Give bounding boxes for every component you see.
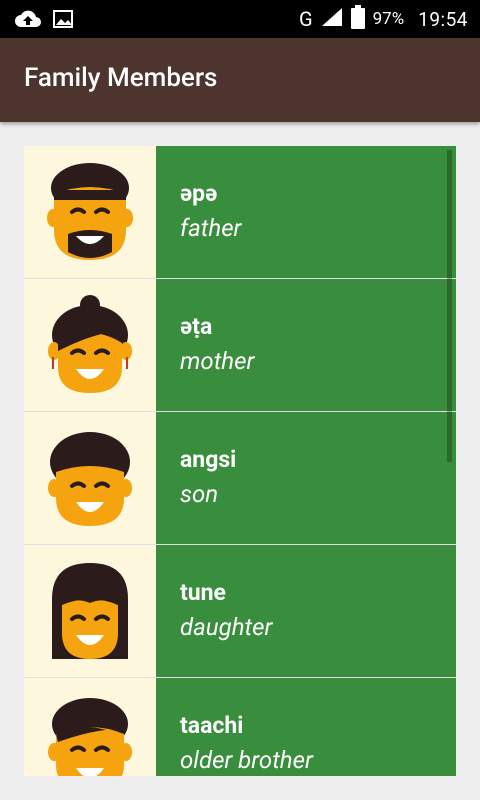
list-item[interactable]: əpə father xyxy=(24,146,456,279)
list-item-text: əpə father xyxy=(156,146,456,278)
cloud-upload-icon xyxy=(14,8,42,34)
avatar xyxy=(24,678,156,776)
older-brother-face-icon xyxy=(48,698,132,776)
list-item[interactable]: angsi son xyxy=(24,412,456,545)
list-item-text: tune daughter xyxy=(156,545,456,677)
list-item[interactable]: tune daughter xyxy=(24,545,456,678)
mother-face-icon xyxy=(48,295,132,393)
word-label: əṭa xyxy=(180,313,213,340)
image-icon xyxy=(52,9,74,33)
son-face-icon xyxy=(48,432,132,526)
page-title: Family Members xyxy=(24,63,218,93)
word-label: tune xyxy=(180,579,226,606)
translation-label: father xyxy=(180,214,242,242)
family-members-list[interactable]: əpə father əṭa mother angsi son tune dau… xyxy=(24,146,456,776)
list-item[interactable]: əṭa mother xyxy=(24,279,456,412)
word-label: taachi xyxy=(180,712,244,739)
father-face-icon xyxy=(47,163,133,260)
avatar xyxy=(24,279,156,411)
battery-percent: 97% xyxy=(372,9,405,29)
translation-label: older brother xyxy=(180,746,313,774)
signal-icon xyxy=(321,7,343,31)
avatar xyxy=(24,146,156,278)
app-bar: Family Members xyxy=(0,38,480,122)
word-label: əpə xyxy=(180,180,218,207)
daughter-face-icon xyxy=(52,563,128,659)
list-item-text: taachi older brother xyxy=(156,678,456,776)
translation-label: son xyxy=(180,480,219,508)
scrollbar[interactable] xyxy=(447,150,452,462)
translation-label: daughter xyxy=(180,613,273,641)
avatar xyxy=(24,412,156,544)
list-item-text: angsi son xyxy=(156,412,456,544)
clock: 19:54 xyxy=(418,7,468,31)
network-g-icon: G xyxy=(298,7,313,31)
battery-icon xyxy=(350,5,365,33)
avatar xyxy=(24,545,156,677)
translation-label: mother xyxy=(180,347,255,375)
list-item-text: əṭa mother xyxy=(156,279,456,411)
list-item[interactable]: taachi older brother xyxy=(24,678,456,776)
word-label: angsi xyxy=(180,446,237,473)
status-bar: G 97% 19:54 xyxy=(0,0,480,38)
